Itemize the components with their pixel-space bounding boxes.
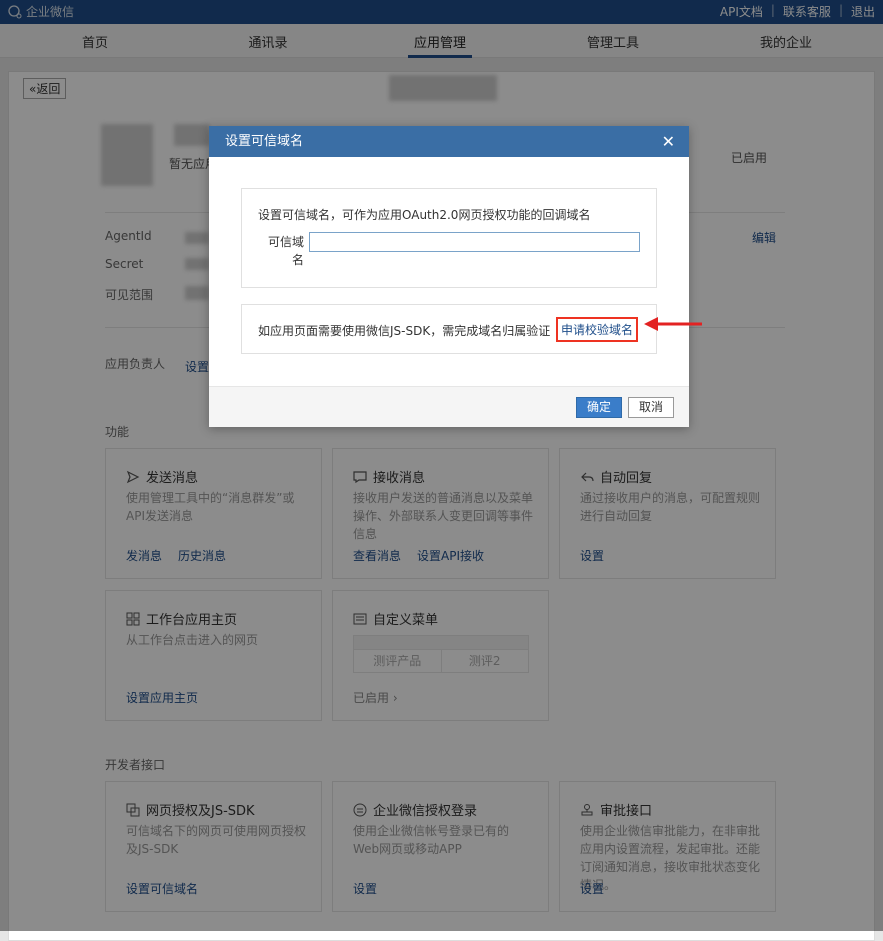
trusted-domain-dialog: 设置可信域名 ✕ 设置可信域名，可作为应用OAuth2.0网页授权功能的回调域名… bbox=[209, 126, 689, 427]
trusted-domain-input[interactable] bbox=[309, 232, 640, 252]
jssdk-message: 如应用页面需要使用微信JS-SDK，需完成域名归属验证 bbox=[258, 324, 551, 338]
apply-verify-domain-link[interactable]: 申请校验域名 bbox=[556, 317, 639, 342]
red-arrow-annotation-icon bbox=[644, 317, 702, 331]
dialog-footer: 确定 取消 bbox=[209, 386, 689, 427]
dialog-title: 设置可信域名 bbox=[225, 134, 304, 149]
close-icon[interactable]: ✕ bbox=[662, 126, 675, 157]
cancel-button[interactable]: 取消 bbox=[628, 397, 675, 418]
dialog-header: 设置可信域名 ✕ bbox=[209, 126, 689, 157]
domain-form-box: 设置可信域名，可作为应用OAuth2.0网页授权功能的回调域名 可信域名 bbox=[241, 188, 657, 288]
jssdk-box: 如应用页面需要使用微信JS-SDK，需完成域名归属验证 申请校验域名 bbox=[241, 304, 657, 354]
domain-field-label: 可信域名 bbox=[267, 235, 304, 267]
domain-description: 设置可信域名，可作为应用OAuth2.0网页授权功能的回调域名 bbox=[258, 208, 591, 222]
confirm-button[interactable]: 确定 bbox=[576, 397, 623, 418]
